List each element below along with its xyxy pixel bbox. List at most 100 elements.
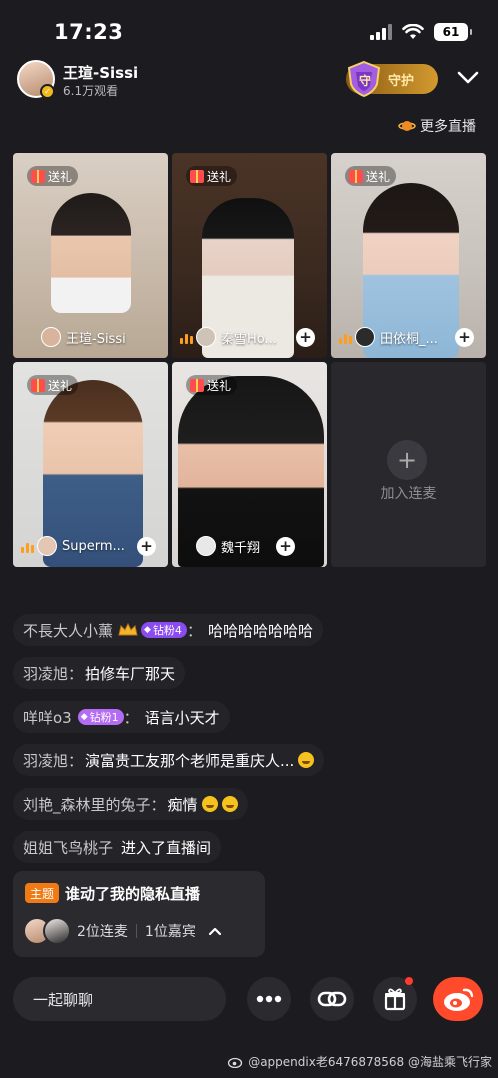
battery-icon: 61	[434, 23, 472, 41]
guest-count: 1位嘉宾	[144, 924, 196, 940]
chat-message[interactable]: 刘艳_森林里的兔子： 痴情	[13, 788, 248, 820]
gift-label: 送礼	[366, 169, 391, 184]
chat-text: 哈哈哈哈哈哈哈	[207, 621, 313, 640]
follow-plus-button[interactable]: +	[276, 537, 295, 556]
status-bar: 17:23 61	[0, 0, 498, 64]
weibo-watermark-icon	[228, 1057, 243, 1068]
status-icons: 61	[370, 23, 472, 41]
gift-icon	[190, 378, 204, 392]
gift-label: 送礼	[48, 169, 73, 184]
stream-tile-host[interactable]: 送礼 王瑄-Sissi	[13, 153, 168, 358]
tile-name-label: 田依桐_...	[380, 331, 438, 347]
crying-emoji-icon	[221, 796, 238, 812]
co-stream-button[interactable]	[310, 977, 354, 1021]
gift-label: 送礼	[207, 169, 232, 184]
tile-name: 田依桐_...	[355, 326, 462, 348]
crown-icon	[118, 622, 138, 636]
chevron-down-icon[interactable]	[456, 70, 480, 86]
diamond-icon: ◆	[144, 625, 151, 635]
chat-message[interactable]: 咩咩o3 ◆ 钻粉1 ： 语言小天才	[13, 701, 230, 733]
link-icon	[317, 991, 347, 1007]
stream-tile-guest[interactable]: 送礼 Superm... +	[13, 362, 168, 567]
follow-plus-button[interactable]: +	[455, 328, 474, 347]
chat-user[interactable]: 羽凌旭：	[23, 750, 83, 771]
guard-button[interactable]: 守 守护	[346, 60, 438, 98]
topic-stats: 2位连麦 1位嘉宾	[77, 921, 222, 941]
notification-dot	[405, 977, 413, 985]
chat-message[interactable]: 羽凌旭： 拍修车厂那天	[13, 657, 186, 689]
weibo-button[interactable]	[433, 977, 483, 1021]
topic-tag: 主题	[25, 883, 60, 903]
watermark-text: @appendix老6476878568 @海盐乘飞行家	[248, 1055, 492, 1069]
tile-name: Superm...	[37, 535, 144, 557]
chat-user[interactable]: 刘艳_森林里的兔子：	[23, 794, 166, 815]
chat-text: 演富贵工友那个老师是重庆人...	[85, 751, 295, 770]
chat-user[interactable]: 姐姐飞鸟桃子	[23, 837, 113, 858]
follow-plus-button[interactable]: +	[137, 537, 156, 556]
chevron-up-icon[interactable]	[208, 926, 222, 936]
mic-level-icon	[339, 334, 352, 344]
signal-icon	[370, 24, 392, 40]
avatar	[43, 917, 71, 945]
mic-level-icon	[180, 334, 193, 344]
watermark: @appendix老6476878568 @海盐乘飞行家	[228, 1053, 492, 1070]
gift-button[interactable]: 送礼	[345, 166, 397, 186]
avatar	[41, 327, 61, 347]
diamond-icon: ◆	[80, 712, 88, 722]
wifi-icon	[402, 24, 424, 39]
guest-avatars	[23, 917, 77, 945]
topic-card[interactable]: 主题 谁动了我的隐私直播 2位连麦 1位嘉宾	[13, 871, 265, 957]
divider	[135, 924, 137, 938]
avatar	[355, 327, 375, 347]
chat-input[interactable]: 一起聊聊	[13, 977, 226, 1021]
laugh-emoji-icon	[298, 752, 315, 768]
fan-badge: ◆ 钻粉4	[141, 622, 187, 638]
gift-button[interactable]: 送礼	[186, 375, 238, 395]
tile-name-label: 王瑄-Sissi	[66, 331, 126, 347]
more-live-label: 更多直播	[420, 119, 476, 135]
tile-name: 秦雪Ho...	[196, 326, 303, 348]
chat-user[interactable]: 咩咩o3	[23, 707, 72, 728]
gift-icon	[31, 378, 45, 392]
guard-label: 守护	[388, 73, 415, 89]
more-live-link[interactable]: 更多直播	[398, 116, 476, 136]
join-co-stream-tile[interactable]: + 加入连麦	[331, 362, 486, 567]
gift-button[interactable]: 送礼	[27, 375, 79, 395]
stream-tile-guest[interactable]: 送礼 秦雪Ho... +	[172, 153, 327, 358]
gift-label: 送礼	[207, 378, 232, 393]
tile-name-label: 秦雪Ho...	[221, 331, 277, 347]
gift-icon	[349, 169, 363, 183]
status-time: 17:23	[54, 20, 124, 44]
chat-message[interactable]: 姐姐飞鸟桃子 进入了直播间	[13, 831, 222, 863]
gift-button[interactable]: 送礼	[27, 166, 79, 186]
planet-icon	[398, 121, 416, 131]
chat-user[interactable]: 不長大人小薰	[23, 620, 113, 641]
avatar	[37, 536, 57, 556]
more-button[interactable]	[247, 977, 291, 1021]
chat-message[interactable]: 不長大人小薰 ◆ 钻粉4 ： 哈哈哈哈哈哈哈	[13, 614, 323, 646]
fan-badge-label: 钻粉1	[89, 711, 119, 724]
chat-message[interactable]: 羽凌旭： 演富贵工友那个老师是重庆人...	[13, 744, 325, 776]
stream-tile-guest[interactable]: 送礼 魏千翔 +	[172, 362, 327, 567]
gift-label: 送礼	[48, 378, 73, 393]
chat-text: 拍修车厂那天	[85, 664, 176, 683]
gift-icon	[384, 988, 406, 1011]
follow-plus-button[interactable]: +	[296, 328, 315, 347]
gift-button[interactable]	[373, 977, 417, 1021]
chat-text: 进入了直播间	[121, 838, 212, 857]
verified-badge-icon: ✓	[40, 84, 55, 99]
stream-tile-guest[interactable]: 送礼 田依桐_... +	[331, 153, 486, 358]
avatar	[196, 536, 216, 556]
crying-emoji-icon	[201, 796, 218, 812]
fan-badge: ◆ 钻粉1	[77, 709, 124, 725]
tile-name-label: Superm...	[62, 538, 125, 554]
chat-user[interactable]: 羽凌旭：	[23, 663, 83, 684]
gift-button[interactable]: 送礼	[186, 166, 238, 186]
tile-name: 王瑄-Sissi	[41, 326, 144, 348]
viewer-count: 6.1万观看	[63, 84, 119, 98]
host-name[interactable]: 王瑄-Sissi	[63, 62, 138, 83]
join-co-stream-label: 加入连麦	[380, 486, 437, 502]
chat-input-placeholder: 一起聊聊	[33, 990, 94, 1009]
gift-icon	[31, 169, 45, 183]
co-stream-count: 2位连麦	[77, 924, 128, 940]
